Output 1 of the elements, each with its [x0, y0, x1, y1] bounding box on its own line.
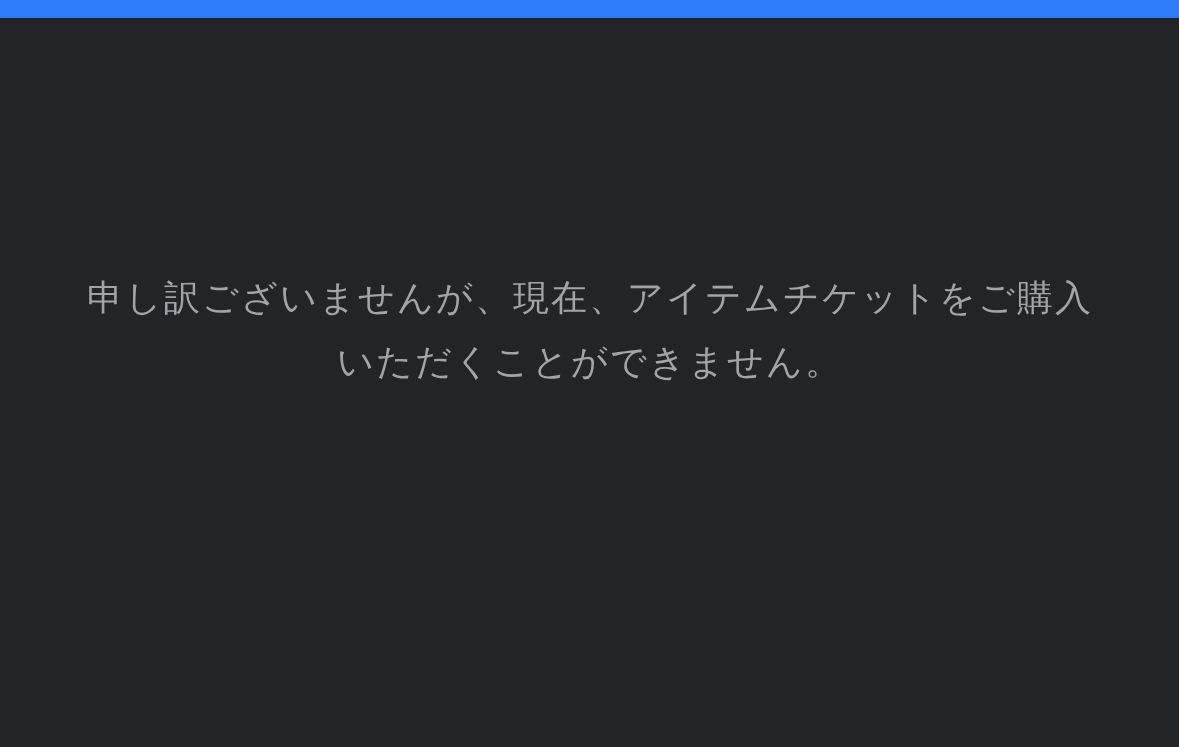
error-message: 申し訳ございませんが、現在、アイテムチケットをご購入いただくことができません。	[85, 276, 1094, 384]
